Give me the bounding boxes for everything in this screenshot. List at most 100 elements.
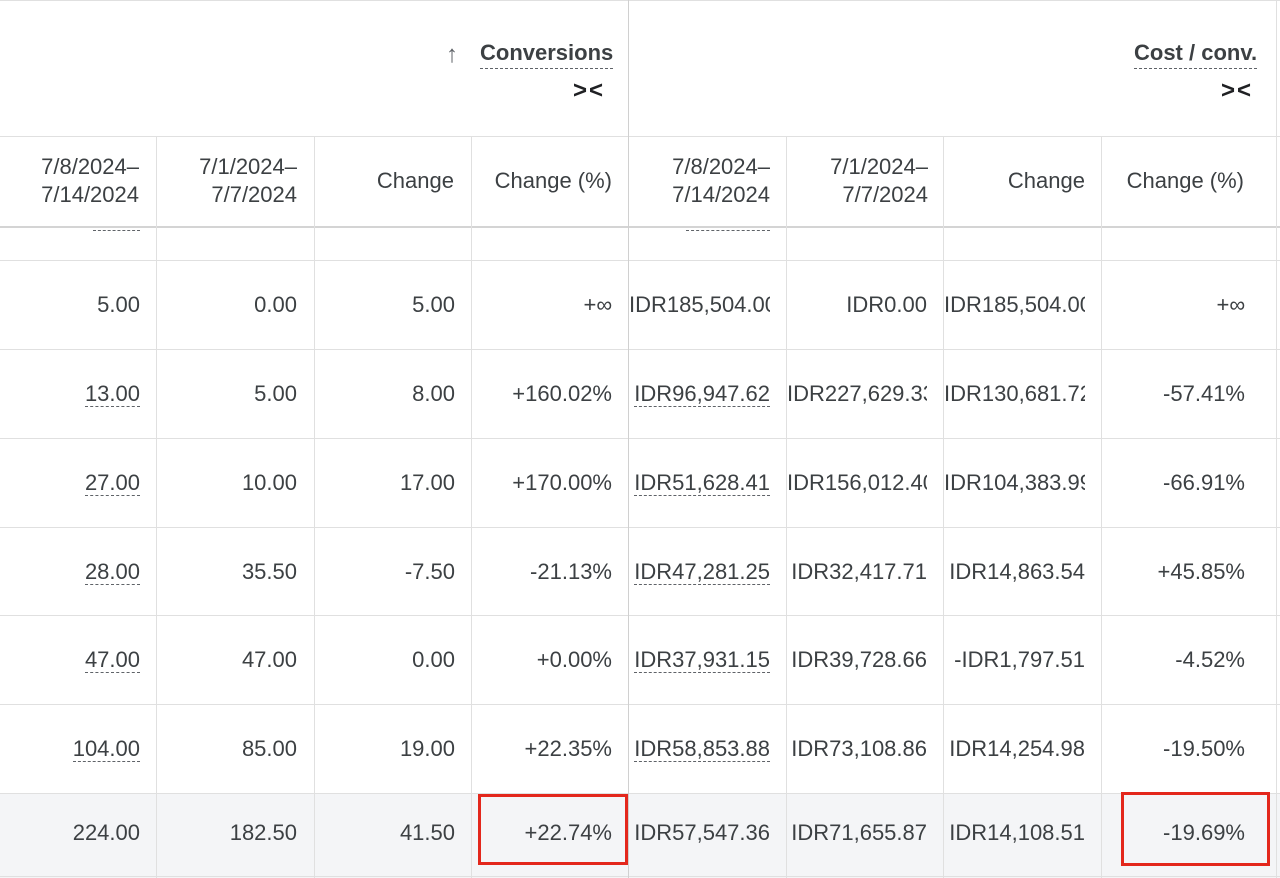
- cell-cpc-change: IDR104,383.99: [944, 469, 1085, 497]
- cell-cpc-change: IDR14,108.51: [944, 819, 1085, 847]
- divider: [0, 0, 1280, 1]
- cell-value[interactable]: 27.00: [84, 471, 140, 496]
- cell-value: -4.52%: [1175, 647, 1245, 672]
- cell-value[interactable]: IDR58,853.88: [634, 737, 770, 762]
- cell-conv-previous: 5.00: [157, 380, 297, 408]
- column-header-cpc-previous[interactable]: 7/1/2024– 7/7/2024: [830, 153, 928, 209]
- divider: [156, 137, 157, 878]
- cell-value: +0.00%: [536, 647, 612, 672]
- column-header-conv-previous[interactable]: 7/1/2024– 7/7/2024: [199, 153, 297, 209]
- cell-value: 17.00: [399, 470, 455, 495]
- divider: [314, 137, 315, 878]
- cell-value: IDR71,655.87: [791, 820, 927, 845]
- divider: [0, 349, 1280, 350]
- cell-cpc-current: IDR47,281.25: [629, 558, 770, 586]
- divider: [471, 137, 472, 878]
- cell-conv-previous: 0.00: [157, 291, 297, 319]
- cell-conv-change: 41.50: [315, 819, 455, 847]
- cell-cpc-current: IDR58,853.88: [629, 735, 770, 763]
- cell-value[interactable]: 28.00: [84, 560, 140, 585]
- cell-value: IDR14,108.51: [949, 820, 1085, 845]
- cell-cpc-change-pct: -57.41%: [1102, 380, 1245, 408]
- cell-conv-change: -7.50: [315, 558, 455, 586]
- cell-value: IDR14,863.54: [949, 559, 1085, 584]
- cell-value[interactable]: 47.00: [84, 648, 140, 673]
- cell-cpc-current: IDR51,628.41: [629, 469, 770, 497]
- cell-value: 35.50: [241, 559, 297, 584]
- cell-value: -57.41%: [1163, 381, 1245, 406]
- divider: [0, 704, 1280, 705]
- cell-value: -19.50%: [1163, 736, 1245, 761]
- column-header-conv-change-pct[interactable]: Change (%): [495, 167, 612, 195]
- cell-value: IDR130,681.72: [944, 381, 1085, 406]
- cell-cpc-previous: IDR0.00: [787, 291, 927, 319]
- sort-ascending-icon[interactable]: ↑: [446, 42, 458, 68]
- cell-cpc-current: IDR185,504.00: [629, 291, 770, 319]
- cell-cpc-previous: IDR32,417.71: [787, 558, 927, 586]
- divider: [943, 137, 944, 878]
- cell-value: 8.00: [412, 381, 455, 406]
- cell-conv-change-pct: +170.00%: [472, 469, 612, 497]
- cell-value: IDR14,254.98: [949, 736, 1085, 761]
- cell-conv-current: 28.00: [0, 558, 140, 586]
- cell-value: 0.00: [412, 647, 455, 672]
- divider: [0, 136, 1280, 137]
- cell-cpc-change: IDR14,863.54: [944, 558, 1085, 586]
- cell-value: +∞: [583, 292, 612, 317]
- column-header-cpc-current[interactable]: 7/8/2024– 7/14/2024: [672, 153, 770, 209]
- cell-value: IDR57,547.36: [634, 820, 770, 845]
- cell-value[interactable]: 13.00: [84, 382, 140, 407]
- header-divider: [0, 226, 1280, 228]
- cell-value: +160.02%: [512, 381, 612, 406]
- cell-cpc-current: IDR37,931.15: [629, 646, 770, 674]
- cell-value[interactable]: IDR96,947.62: [634, 382, 770, 407]
- cell-value: +22.35%: [524, 736, 612, 761]
- column-header-conv-change[interactable]: Change: [377, 167, 454, 195]
- cell-value: 19.00: [399, 736, 455, 761]
- cell-cpc-change-pct: +∞: [1102, 291, 1245, 319]
- divider: [0, 527, 1280, 528]
- cell-value: IDR39,728.66: [791, 647, 927, 672]
- cell-cpc-previous: IDR73,108.86: [787, 735, 927, 763]
- cell-cpc-change: IDR14,254.98: [944, 735, 1085, 763]
- cell-value[interactable]: 104.00: [72, 737, 140, 762]
- cell-value: -7.50: [404, 559, 455, 584]
- cell-value: -21.13%: [530, 559, 612, 584]
- cell-cpc-previous: IDR71,655.87: [787, 819, 927, 847]
- cell-cpc-change-pct: -19.50%: [1102, 735, 1245, 763]
- cell-value[interactable]: IDR37,931.15: [634, 648, 770, 673]
- collapse-icon[interactable]: ><: [1221, 78, 1253, 104]
- cell-value: IDR73,108.86: [791, 736, 927, 761]
- cell-value[interactable]: IDR47,281.25: [634, 560, 770, 585]
- collapse-icon[interactable]: ><: [573, 78, 605, 104]
- cell-conv-current: 5.00: [0, 291, 140, 319]
- cell-value: +170.00%: [512, 470, 612, 495]
- column-header-conv-current[interactable]: 7/8/2024– 7/14/2024: [41, 153, 139, 209]
- divider: [1276, 0, 1277, 878]
- conversions-group-title[interactable]: Conversions: [480, 40, 614, 69]
- cell-value: IDR0.00: [846, 292, 927, 317]
- cell-conv-previous: 47.00: [157, 646, 297, 674]
- cell-cpc-change: IDR185,504.00: [944, 291, 1085, 319]
- column-header-cpc-change-pct[interactable]: Change (%): [1127, 167, 1244, 195]
- cell-conv-current: 27.00: [0, 469, 140, 497]
- cell-conv-change-pct: -21.13%: [472, 558, 612, 586]
- cell-value: 224.00: [72, 820, 140, 845]
- cell-cpc-current: IDR96,947.62: [629, 380, 770, 408]
- cell-value: IDR185,504.00: [944, 292, 1085, 317]
- divider: [0, 876, 1280, 877]
- cost-per-conv-group-title[interactable]: Cost / conv.: [1134, 40, 1258, 69]
- cell-conv-change-pct: +160.02%: [472, 380, 612, 408]
- cell-value: 182.50: [229, 820, 297, 845]
- highlight-box: [1121, 792, 1270, 866]
- cell-value[interactable]: IDR51,628.41: [634, 471, 770, 496]
- column-header-cpc-change[interactable]: Change: [1008, 167, 1085, 195]
- dashed-underline: [93, 230, 140, 231]
- cell-cpc-change: -IDR1,797.51: [944, 646, 1085, 674]
- cell-conv-change-pct: +22.35%: [472, 735, 612, 763]
- divider: [0, 615, 1280, 616]
- cell-conv-previous: 182.50: [157, 819, 297, 847]
- divider: [0, 260, 1280, 261]
- cell-cpc-change-pct: -66.91%: [1102, 469, 1245, 497]
- cell-conv-previous: 85.00: [157, 735, 297, 763]
